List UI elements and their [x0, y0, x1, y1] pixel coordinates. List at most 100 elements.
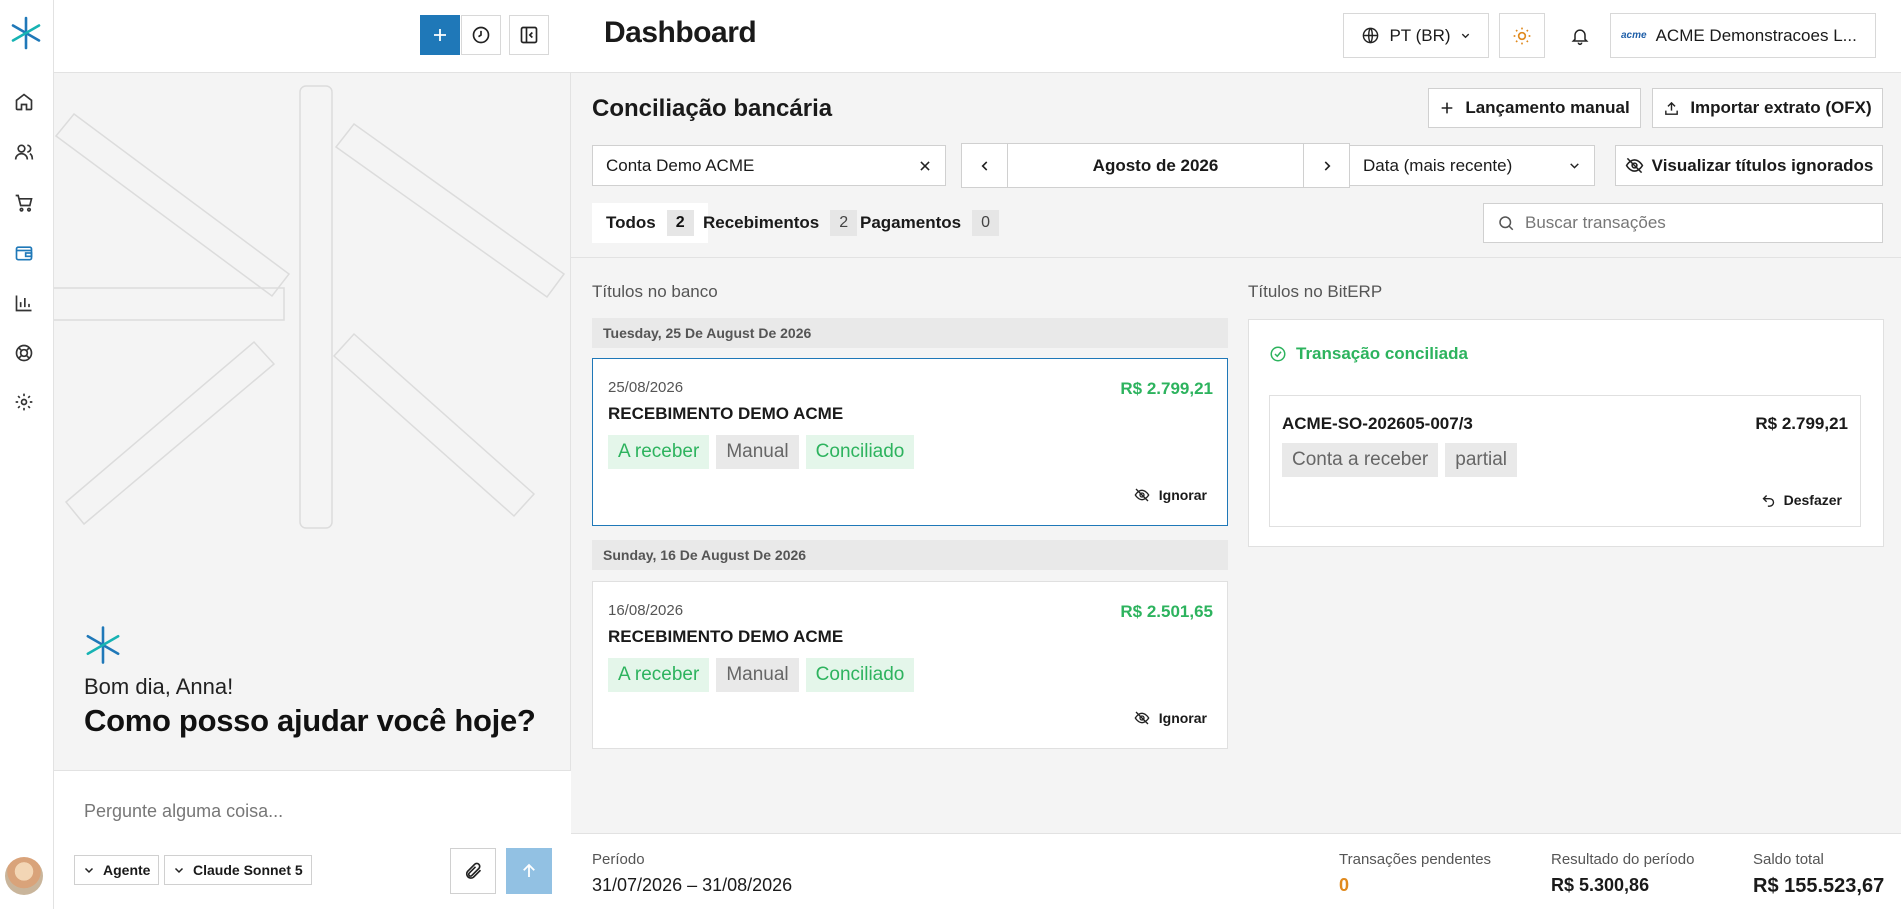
account-value: Conta Demo ACME — [606, 155, 755, 175]
chevron-left-icon — [981, 160, 987, 171]
company-name: ACME Demonstracoes L... — [1655, 25, 1857, 45]
tab-recebimentos[interactable]: Recebimentos 2 — [689, 203, 871, 243]
reconciled-status-label: Transação conciliada — [1296, 344, 1468, 363]
transaction-badges: A receber Manual Conciliado — [608, 435, 915, 469]
tab-label: Recebimentos — [703, 213, 820, 232]
current-month: Agosto de 2026 — [1007, 144, 1304, 187]
wallet-icon[interactable] — [13, 242, 35, 264]
search-input[interactable] — [1525, 213, 1865, 233]
chat-input[interactable] — [84, 801, 544, 822]
bank-transaction-card[interactable]: 25/08/2026 R$ 2.799,21 RECEBIMENTO DEMO … — [592, 358, 1228, 526]
manual-entry-button[interactable]: Lançamento manual — [1428, 88, 1641, 128]
bar-chart-icon[interactable] — [13, 292, 35, 314]
transaction-amount: R$ 2.799,21 — [1120, 379, 1213, 398]
chat-composer: Agente Claude Sonnet 5 — [54, 770, 571, 909]
pending-label: Transações pendentes — [1339, 851, 1492, 868]
model-select[interactable]: Claude Sonnet 5 — [164, 855, 312, 885]
period-label: Período — [592, 851, 645, 868]
greeting-question: Como posso ajudar você hoje? — [84, 703, 536, 738]
chevron-down-icon — [1461, 33, 1469, 39]
ignore-button[interactable]: Ignorar — [1134, 710, 1207, 726]
assistant-panel: Bom dia, Anna! Como posso ajudar você ho… — [54, 0, 571, 909]
lifebuoy-icon[interactable] — [13, 342, 35, 364]
date-group-header: Sunday, 16 De August De 2026 — [592, 540, 1228, 570]
transaction-date: 25/08/2026 — [608, 379, 684, 396]
transaction-search[interactable] — [1483, 203, 1883, 243]
language-select[interactable]: PT (BR) — [1343, 13, 1489, 58]
search-icon — [1499, 216, 1514, 231]
new-chat-button[interactable] — [420, 15, 460, 55]
undo-button[interactable]: Desfazer — [1761, 492, 1842, 508]
main-content: Dashboard PT (BR) acme ACME Demonstracoe… — [571, 0, 1901, 909]
close-icon[interactable] — [918, 159, 932, 173]
upload-icon — [1665, 101, 1679, 115]
erp-column-title: Títulos no BitERP — [1248, 282, 1383, 301]
chevron-down-icon — [84, 867, 94, 874]
date-group-header: Tuesday, 25 De August De 2026 — [592, 318, 1228, 348]
next-month-button[interactable] — [1304, 144, 1349, 187]
model-select-value: Claude Sonnet 5 — [193, 862, 303, 878]
transaction-description: RECEBIMENTO DEMO ACME — [608, 404, 844, 423]
avatar[interactable] — [5, 857, 43, 895]
import-statement-label: Importar extrato (OFX) — [1690, 98, 1872, 117]
match-type-badge: partial — [1445, 443, 1517, 477]
manual-entry-label: Lançamento manual — [1465, 98, 1630, 117]
chevron-right-icon — [1324, 160, 1330, 171]
tab-count: 0 — [972, 210, 999, 236]
company-select[interactable]: acme ACME Demonstracoes L... — [1610, 13, 1876, 58]
arrow-up-icon — [523, 863, 535, 877]
users-icon[interactable] — [13, 141, 35, 163]
transaction-badges: A receber Manual Conciliado — [608, 658, 915, 692]
cart-icon[interactable] — [13, 192, 35, 214]
assistant-toolbar — [54, 0, 571, 73]
company-logo: acme — [1621, 29, 1647, 41]
reconciled-badge: Conciliado — [805, 658, 915, 692]
status-badge: A receber — [608, 435, 710, 469]
chevron-down-icon — [174, 867, 184, 874]
erp-title-badges: Conta a receber partial — [1282, 443, 1517, 477]
tab-label: Pagamentos — [860, 213, 962, 232]
previous-month-button[interactable] — [962, 144, 1007, 187]
clock-icon — [472, 26, 490, 44]
sort-select[interactable]: Data (mais recente) — [1349, 145, 1595, 186]
background-asterisk-decoration — [54, 85, 566, 529]
gear-icon[interactable] — [13, 391, 35, 413]
balance-label: Saldo total — [1753, 851, 1824, 868]
eye-off-icon — [1134, 488, 1150, 502]
erp-title-amount: R$ 2.799,21 — [1755, 414, 1848, 433]
history-button[interactable] — [461, 15, 501, 55]
assistant-background — [54, 74, 571, 770]
title-type-badge: Conta a receber — [1282, 443, 1439, 477]
bank-transaction-card[interactable]: 16/08/2026 R$ 2.501,65 RECEBIMENTO DEMO … — [592, 581, 1228, 749]
account-select[interactable]: Conta Demo ACME — [592, 145, 946, 186]
left-rail — [0, 0, 54, 909]
check-circle-icon — [1270, 346, 1286, 362]
mode-select[interactable]: Agente — [74, 855, 160, 885]
import-statement-button[interactable]: Importar extrato (OFX) — [1652, 88, 1883, 128]
ignore-button[interactable]: Ignorar — [1134, 487, 1207, 503]
reconciled-badge: Conciliado — [805, 435, 915, 469]
collapse-panel-button[interactable] — [509, 15, 549, 55]
sidebar-collapse-icon — [520, 26, 538, 44]
chevron-down-icon — [1570, 163, 1579, 169]
erp-title-code: ACME-SO-202605-007/3 — [1282, 414, 1473, 433]
home-icon[interactable] — [13, 91, 35, 113]
month-navigator: Agosto de 2026 — [961, 143, 1350, 188]
source-badge: Manual — [716, 658, 799, 692]
pending-value: 0 — [1339, 875, 1350, 895]
sun-icon — [1513, 27, 1531, 44]
undo-icon — [1762, 494, 1774, 507]
undo-label: Desfazer — [1783, 492, 1842, 508]
notifications-button[interactable] — [1557, 13, 1603, 58]
send-button[interactable] — [506, 848, 552, 894]
theme-toggle-button[interactable] — [1499, 13, 1545, 58]
tab-pagamentos[interactable]: Pagamentos 0 — [846, 203, 1013, 243]
app-logo-icon[interactable] — [8, 15, 44, 51]
plus-icon — [1441, 102, 1453, 114]
result-label: Resultado do período — [1551, 851, 1695, 868]
transaction-amount: R$ 2.501,65 — [1120, 602, 1213, 621]
view-ignored-button[interactable]: Visualizar títulos ignorados — [1615, 145, 1883, 186]
attach-button[interactable] — [450, 848, 496, 894]
erp-title-card[interactable]: ACME-SO-202605-007/3 R$ 2.799,21 Conta a… — [1269, 395, 1861, 527]
eye-off-icon — [1625, 157, 1643, 174]
